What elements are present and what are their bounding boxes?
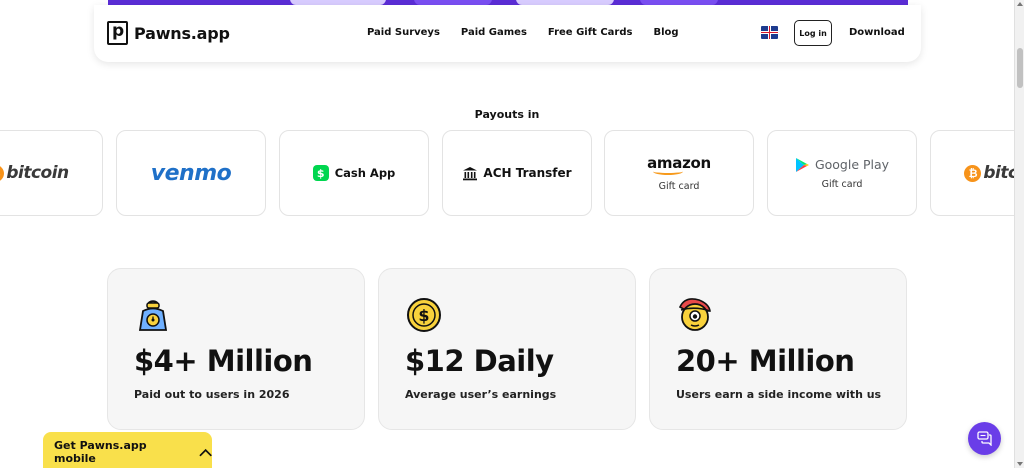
chat-icon (976, 431, 992, 446)
payout-card-cash-app: $ Cash App (279, 130, 429, 216)
uk-flag-icon[interactable] (761, 26, 778, 39)
amazon-logo: amazon (647, 154, 711, 175)
money-bag-icon (138, 300, 168, 331)
download-link[interactable]: Download (849, 27, 905, 38)
logo-icon (107, 21, 128, 45)
scroll-down-arrow-icon[interactable] (1017, 462, 1023, 466)
stat-card-daily: $ $12 Daily Average user’s earnings (378, 268, 636, 430)
amazon-gift-card-label: Gift card (658, 181, 700, 192)
stat-description: Average user’s earnings (405, 388, 557, 401)
payouts-title: Payouts in (474, 108, 540, 121)
mobile-bar-label: Get Pawns.app mobile (54, 439, 147, 465)
navbar: Pawns.app Paid Surveys Paid Games Free G… (94, 5, 921, 62)
brand-name: Pawns.app (134, 23, 230, 43)
nav-link-free-gift-cards[interactable]: Free Gift Cards (548, 27, 633, 38)
google-play-gift-card-label: Gift card (821, 178, 863, 190)
payout-card-venmo: venmo (116, 130, 266, 216)
get-mobile-app-bar[interactable]: Get Pawns.app mobile (43, 432, 212, 468)
nav-links: Paid Surveys Paid Games Free Gift Cards … (367, 27, 679, 38)
login-button[interactable]: Log in (794, 20, 832, 46)
user-cap-icon (678, 298, 711, 331)
stat-card-paid-out: $4+ Million Paid out to users in 2026 (107, 268, 365, 430)
google-play-logo: Google Play (795, 157, 889, 173)
ach-label: ACH Transfer (483, 166, 572, 180)
bitcoin-icon: ₿ (0, 164, 5, 182)
page: Pawns.app Paid Surveys Paid Games Free G… (0, 0, 1024, 468)
stat-description: Users earn a side income with us (676, 388, 882, 401)
nav-link-paid-games[interactable]: Paid Games (461, 27, 527, 38)
ach-logo: ACH Transfer (462, 166, 572, 181)
nav-link-blog[interactable]: Blog (653, 27, 678, 38)
cash-app-logo: $ Cash App (312, 165, 396, 181)
payout-card-bitcoin-repeat: ₿bitcoin (930, 130, 1024, 216)
payout-card-amazon: amazon Gift card (604, 130, 754, 216)
payout-card-google-play: Google Play Gift card (767, 130, 917, 216)
bank-icon (463, 166, 478, 180)
bitcoin-logo: ₿bitcoin (0, 163, 69, 183)
scroll-up-arrow-icon[interactable] (1017, 2, 1023, 6)
google-play-icon (795, 157, 809, 172)
stat-value: $12 Daily (405, 344, 554, 378)
payout-card-bitcoin: ₿bitcoin (0, 130, 103, 216)
nav-link-paid-surveys[interactable]: Paid Surveys (367, 27, 440, 38)
chat-button[interactable] (968, 422, 1001, 455)
stat-description: Paid out to users in 2026 (134, 388, 290, 401)
bitcoin-icon: ₿ (964, 164, 982, 182)
stat-value: $4+ Million (134, 344, 313, 378)
dollar-coin-icon: $ (407, 298, 441, 332)
stat-card-users: 20+ Million Users earn a side income wit… (649, 268, 907, 430)
payout-card-ach: ACH Transfer (442, 130, 592, 216)
chevron-up-icon[interactable] (199, 448, 212, 457)
svg-text:$: $ (418, 306, 429, 325)
google-play-label: Google Play (814, 157, 890, 172)
scroll-thumb[interactable] (1017, 48, 1023, 88)
cash-app-label: Cash App (334, 166, 396, 180)
stat-value: 20+ Million (676, 344, 855, 378)
venmo-logo: venmo (150, 160, 232, 186)
bitcoin-label: bitcoin (6, 163, 69, 183)
page-scrollbar[interactable] (1014, 0, 1024, 468)
brand-logo[interactable]: Pawns.app (107, 21, 230, 45)
cash-app-icon: $ (312, 165, 329, 181)
